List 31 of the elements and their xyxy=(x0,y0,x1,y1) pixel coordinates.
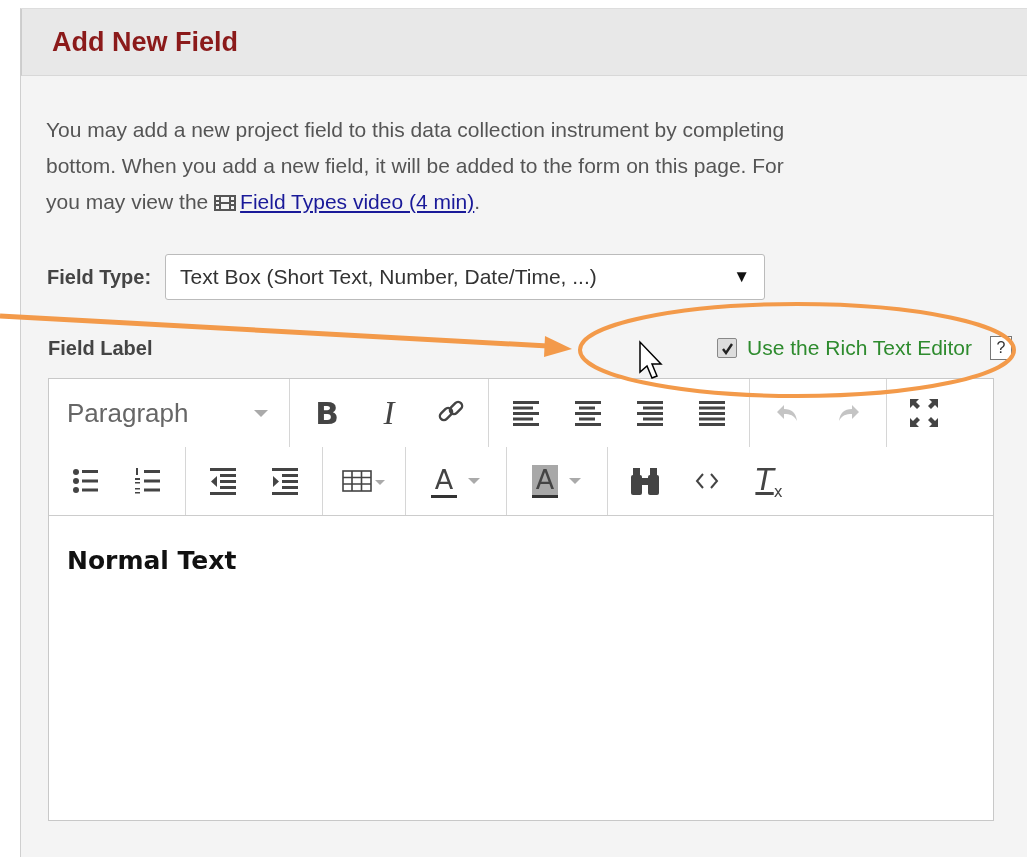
editor-content[interactable]: Normal Text xyxy=(67,546,975,575)
bulleted-list-icon xyxy=(72,467,100,495)
film-icon xyxy=(214,195,237,211)
bold-button[interactable]: B xyxy=(296,383,358,443)
table-icon xyxy=(342,467,386,495)
field-type-select[interactable]: Text Box (Short Text, Number, Date/Time, ...) ▼ xyxy=(165,254,766,300)
format-dropdown[interactable]: Paragraph xyxy=(55,383,283,443)
checkbox[interactable] xyxy=(717,338,738,358)
video-link[interactable]: Field Types video (4 min) xyxy=(240,190,475,213)
rich-text-editor-label[interactable]: Use the Rich Text Editor xyxy=(747,336,972,360)
align-right-icon xyxy=(635,399,665,427)
description-text: You may add a new project field to this data collection instrument by completing bottom. When you add a new field, it will be added to the form on this page. For you may view the Field Types video (4 min). xyxy=(46,117,786,215)
indent-icon xyxy=(270,466,300,496)
numbered-list-icon xyxy=(134,467,162,495)
fullscreen-icon xyxy=(908,397,940,429)
panel-title: Add New Field xyxy=(52,26,238,58)
binoculars-icon xyxy=(629,466,661,496)
text-color-button[interactable]: A xyxy=(412,451,500,511)
align-left-icon xyxy=(511,399,541,427)
caret-icon xyxy=(568,477,583,485)
field-type-label: Field Type: xyxy=(47,265,152,289)
field-label-label: Field Label xyxy=(48,336,153,360)
align-center-icon xyxy=(573,399,603,427)
outdent-icon xyxy=(208,466,238,496)
caret-icon xyxy=(253,408,269,418)
check-icon xyxy=(720,341,734,355)
italic-button[interactable]: I xyxy=(358,383,420,443)
clear-formatting-button[interactable]: T$_{x}$ xyxy=(738,451,800,511)
caret-icon xyxy=(467,477,482,485)
justify-icon xyxy=(697,399,727,427)
background-color-button[interactable]: A xyxy=(513,451,601,511)
